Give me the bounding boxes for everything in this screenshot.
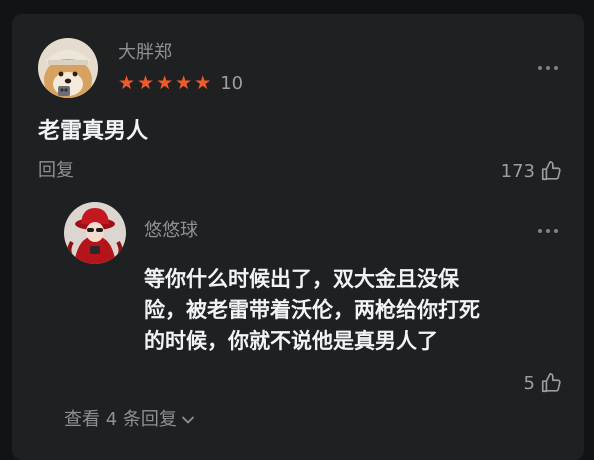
- rating-score: 10: [220, 72, 244, 94]
- star-icon: ★: [118, 72, 136, 94]
- like-count: 173: [500, 160, 535, 182]
- star-icon: ★: [175, 72, 193, 94]
- girl-red-hat-avatar-icon: [64, 202, 126, 264]
- username[interactable]: 大胖郑: [118, 42, 172, 64]
- star-rating: ★ ★ ★ ★ ★ 10: [118, 71, 243, 95]
- view-replies-label: 查看 4 条回复: [64, 409, 177, 430]
- reply-button[interactable]: 回复: [38, 159, 74, 183]
- reply-text: 等你什么时候出了，双大金且没保 险，被老雷带着沃伦，两枪给你打死 的时候，你就不…: [144, 264, 574, 357]
- reply-like-count: 5: [523, 372, 535, 394]
- comment-text: 老雷真男人: [38, 119, 149, 144]
- chevron-down-icon: [182, 416, 194, 424]
- view-replies-link[interactable]: 查看 4 条回复: [64, 408, 195, 432]
- more-options-icon[interactable]: [538, 229, 558, 233]
- star-icon: ★: [194, 72, 212, 94]
- like-button[interactable]: 173: [501, 159, 562, 183]
- thumbs-up-icon: [541, 373, 561, 393]
- comment-card: 大胖郑 ★ ★ ★ ★ ★ 10 老雷真男人 回复 173 悠悠球 等你什么时候…: [12, 14, 584, 460]
- reply-text-line: 险，被老雷带着沃伦，两枪给你打死: [144, 298, 480, 322]
- reply-like-button[interactable]: 5: [524, 371, 562, 395]
- star-icon: ★: [137, 72, 155, 94]
- shiba-dog-avatar-icon: [38, 38, 98, 98]
- reply-username[interactable]: 悠悠球: [144, 220, 198, 242]
- avatar[interactable]: [38, 38, 98, 98]
- thumbs-up-icon: [541, 161, 561, 181]
- avatar[interactable]: [64, 202, 126, 264]
- star-icon: ★: [156, 72, 174, 94]
- reply-text-line: 的时候，你就不说他是真男人了: [144, 329, 438, 353]
- reply-text-line: 等你什么时候出了，双大金且没保: [144, 267, 459, 291]
- more-options-icon[interactable]: [538, 66, 558, 70]
